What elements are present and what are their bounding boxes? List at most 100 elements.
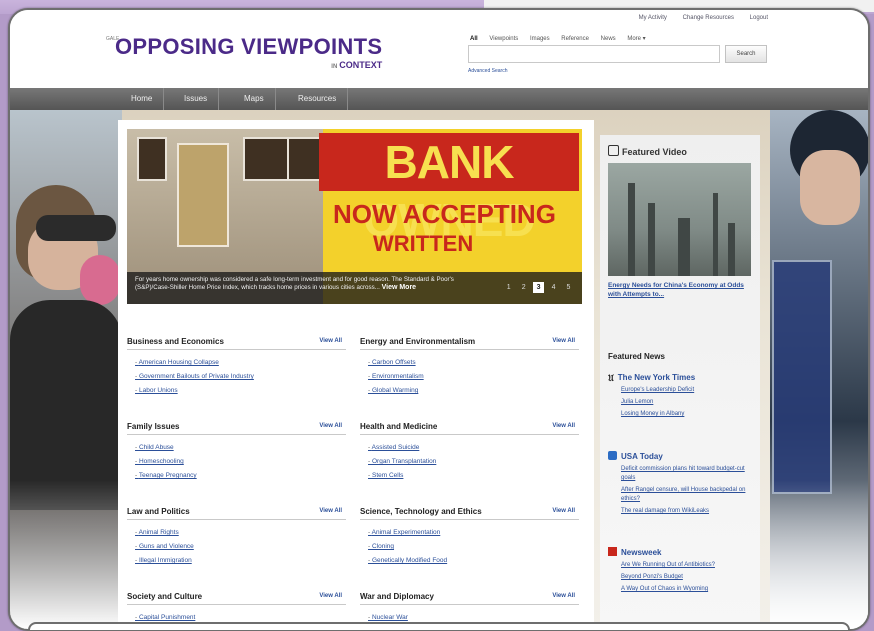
news-source-name[interactable]: Newsweek — [608, 547, 758, 558]
view-all-link[interactable]: View All — [552, 508, 575, 514]
respirator-mask-icon — [80, 255, 120, 305]
issue-link[interactable]: Organ Transplantation — [368, 455, 579, 469]
screenshot-frame: GALE OPPOSING VIEWPOINTS IN CONTEXT My Ac… — [8, 8, 870, 631]
newsweek-icon — [608, 547, 617, 556]
issue-link[interactable]: Global Warming — [368, 384, 579, 398]
section-title[interactable]: Family Issues — [127, 420, 346, 435]
scope-tab-reference[interactable]: Reference — [561, 36, 589, 42]
utility-links: My Activity Change Resources Logout — [625, 15, 768, 21]
hero-caption-text: For years home ownership was considered … — [135, 276, 485, 292]
news-link[interactable]: Deficit commission plans hit toward budg… — [621, 465, 758, 483]
nav-maps[interactable]: Maps — [233, 88, 276, 110]
scope-tab-all[interactable]: All — [470, 36, 478, 42]
issue-section-science: Science, Technology and Ethics View All … — [360, 505, 579, 568]
scope-tab-news[interactable]: News — [601, 36, 616, 42]
issue-link[interactable]: Stem Cells — [368, 469, 579, 483]
video-thumbnail[interactable] — [608, 163, 751, 276]
news-link[interactable]: Losing Money in Albany — [621, 410, 758, 419]
right-photo-fade — [770, 480, 868, 629]
usa-today-label: USA Today — [621, 452, 663, 461]
carousel-page-2[interactable]: 2 — [518, 282, 529, 293]
view-all-link[interactable]: View All — [552, 423, 575, 429]
sidebar: Featured Video Energy Needs for China's … — [600, 135, 760, 629]
news-source-name[interactable]: 𝔘 The New York Times — [608, 373, 758, 383]
featured-video-title: Featured Video — [622, 147, 687, 157]
issue-link[interactable]: Illegal Immigration — [135, 554, 346, 568]
sign-line-3: WRITTEN — [373, 231, 474, 256]
advanced-search-link[interactable]: Advanced Search — [468, 68, 507, 74]
issue-link[interactable]: Animal Experimentation — [368, 526, 579, 540]
view-more-link[interactable]: View More — [382, 284, 417, 291]
news-source-name[interactable]: USA Today — [608, 451, 758, 462]
issue-link[interactable]: Homeschooling — [135, 455, 346, 469]
carousel-page-5[interactable]: 5 — [563, 282, 574, 293]
news-source-nyt: 𝔘 The New York Times Europe's Leadership … — [608, 373, 758, 419]
issue-section-energy: Energy and Environmentalism View All Car… — [360, 335, 579, 398]
carousel-page-4[interactable]: 4 — [548, 282, 559, 293]
my-activity-link[interactable]: My Activity — [639, 15, 667, 21]
nav-resources[interactable]: Resources — [287, 88, 349, 110]
issue-link[interactable]: American Housing Collapse — [135, 356, 346, 370]
lower-frame-edge — [28, 622, 850, 630]
section-title[interactable]: Society and Culture — [127, 590, 346, 605]
left-photo-fade — [10, 480, 122, 629]
issue-link[interactable]: Animal Rights — [135, 526, 346, 540]
news-link[interactable]: Are We Running Out of Antibiotics? — [621, 561, 758, 570]
news-link[interactable]: Beyond Ponzi's Budget — [621, 573, 758, 582]
carousel-page-1[interactable]: 1 — [503, 282, 514, 293]
main-nav: Home Issues Maps Resources — [10, 88, 868, 110]
issue-link[interactable]: Child Abuse — [135, 441, 346, 455]
section-title[interactable]: War and Diplomacy — [360, 590, 579, 605]
section-title[interactable]: Science, Technology and Ethics — [360, 505, 579, 520]
issue-link[interactable]: Cloning — [368, 540, 579, 554]
section-title[interactable]: Law and Politics — [127, 505, 346, 520]
issue-link[interactable]: Government Bailouts of Private Industry — [135, 370, 346, 384]
carousel-page-3[interactable]: 3 — [533, 282, 545, 293]
issue-section-business: Business and Economics View All American… — [127, 335, 346, 398]
issue-link[interactable]: Labor Unions — [135, 384, 346, 398]
nav-home[interactable]: Home — [120, 88, 165, 110]
smokestack — [648, 203, 655, 276]
news-link[interactable]: Julia Lemon — [621, 398, 758, 407]
section-title[interactable]: Energy and Environmentalism — [360, 335, 579, 350]
house-window — [243, 137, 291, 181]
issue-link[interactable]: Teenage Pregnancy — [135, 469, 346, 483]
view-all-link[interactable]: View All — [319, 593, 342, 599]
news-link[interactable]: A Way Out of Chaos in Wyoming — [621, 585, 758, 594]
view-all-link[interactable]: View All — [319, 423, 342, 429]
newsweek-label: Newsweek — [621, 548, 662, 557]
site-header: GALE OPPOSING VIEWPOINTS IN CONTEXT My Ac… — [10, 10, 868, 88]
officer-face — [800, 150, 860, 225]
issue-link[interactable]: Genetically Modified Food — [368, 554, 579, 568]
video-caption-link[interactable]: Energy Needs for China's Economy at Odds… — [608, 281, 758, 299]
view-all-link[interactable]: View All — [319, 338, 342, 344]
scope-tab-images[interactable]: Images — [530, 36, 550, 42]
issue-section-war: War and Diplomacy View All Nuclear War — [360, 590, 579, 625]
news-source-newsweek: Newsweek Are We Running Out of Antibioti… — [608, 547, 758, 594]
view-all-link[interactable]: View All — [319, 508, 342, 514]
hero-caption: For years home ownership was considered … — [127, 272, 582, 304]
logout-link[interactable]: Logout — [750, 15, 768, 21]
issue-link[interactable]: Environmentalism — [368, 370, 579, 384]
issue-link[interactable]: Guns and Violence — [135, 540, 346, 554]
site-logo[interactable]: GALE OPPOSING VIEWPOINTS IN CONTEXT — [106, 34, 382, 70]
issue-link[interactable]: Assisted Suicide — [368, 441, 579, 455]
logo-in: IN — [331, 64, 338, 70]
issue-link[interactable]: Carbon Offsets — [368, 356, 579, 370]
news-link[interactable]: The real damage from WikiLeaks — [621, 507, 758, 516]
nav-issues[interactable]: Issues — [173, 88, 220, 110]
section-title[interactable]: Health and Medicine — [360, 420, 579, 435]
view-all-link[interactable]: View All — [552, 338, 575, 344]
issue-section-health: Health and Medicine View All Assisted Su… — [360, 420, 579, 483]
view-all-link[interactable]: View All — [552, 593, 575, 599]
search-input[interactable] — [468, 45, 720, 63]
change-resources-link[interactable]: Change Resources — [683, 15, 734, 21]
scope-tab-viewpoints[interactable]: Viewpoints — [489, 36, 518, 42]
search-button[interactable]: Search — [725, 45, 767, 63]
section-title[interactable]: Business and Economics — [127, 335, 346, 350]
scope-tab-more[interactable]: More ▾ — [627, 36, 645, 42]
smokestack — [713, 193, 718, 276]
video-icon — [608, 145, 619, 156]
news-link[interactable]: After Rangel censure, will House backped… — [621, 486, 758, 504]
news-link[interactable]: Europe's Leadership Deficit — [621, 386, 758, 395]
